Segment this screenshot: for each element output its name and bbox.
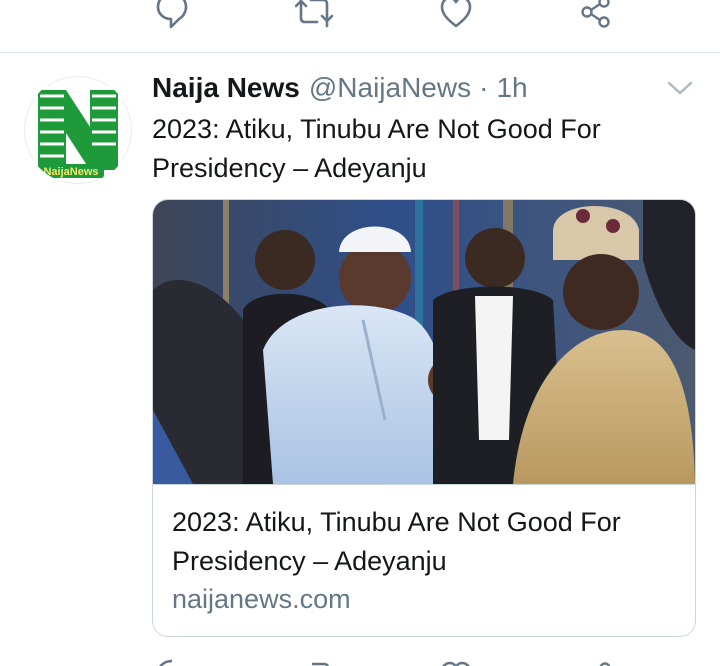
reply-icon	[156, 0, 188, 29]
tweet-text: 2023: Atiku, Tinubu Are Not Good For Pre…	[152, 114, 601, 183]
share-button[interactable]	[576, 0, 616, 30]
tweet-like-button[interactable]	[438, 658, 474, 666]
card-domain: naijanews.com	[172, 584, 351, 614]
like-icon	[442, 661, 470, 666]
user-handle[interactable]: @NaijaNews	[309, 72, 471, 104]
retweet-icon	[295, 0, 333, 28]
card-image	[153, 200, 695, 484]
link-card[interactable]: 2023: Atiku, Tinubu Are Not Good For Pre…	[152, 199, 696, 637]
avatar[interactable]: NaijaNews	[24, 76, 132, 184]
reply-button[interactable]	[152, 0, 192, 30]
share-icon	[581, 0, 610, 28]
share-icon	[599, 662, 611, 666]
like-icon	[440, 0, 472, 28]
naija-news-logo: NaijaNews	[34, 86, 122, 178]
retweet-button[interactable]	[294, 0, 334, 30]
tweet-reply-button[interactable]	[154, 658, 190, 666]
tweet-share-button[interactable]	[580, 658, 616, 666]
tweet-retweet-button[interactable]	[296, 658, 332, 666]
chevron-down-icon	[667, 81, 693, 95]
avatar-logo-text: NaijaNews	[43, 166, 98, 178]
display-name[interactable]: Naija News	[152, 72, 300, 104]
card-title: 2023: Atiku, Tinubu Are Not Good For Pre…	[172, 507, 621, 576]
tweet-menu-button[interactable]	[666, 78, 694, 103]
header-separator: ·	[479, 72, 489, 103]
retweet-icon	[312, 662, 330, 666]
tweet-header: Naija News @NaijaNews · 1h	[152, 72, 528, 108]
tweet-divider	[0, 52, 720, 53]
timestamp[interactable]: 1h	[496, 72, 527, 104]
reply-icon	[159, 659, 173, 666]
like-button[interactable]	[436, 0, 476, 30]
card-separator	[153, 484, 695, 485]
